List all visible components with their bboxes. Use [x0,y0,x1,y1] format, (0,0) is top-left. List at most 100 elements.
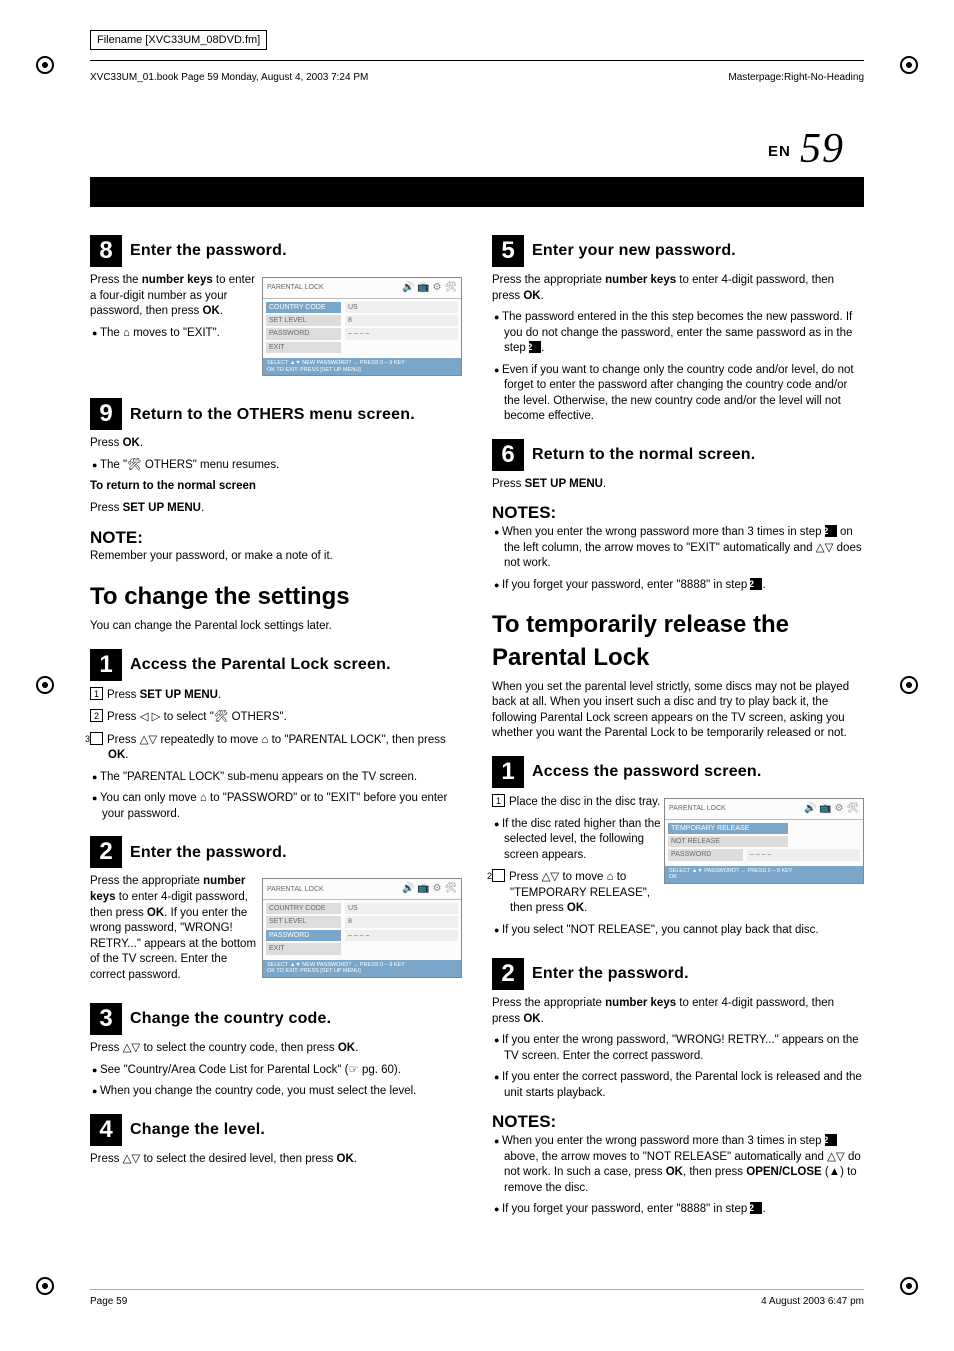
bullet: If you enter the wrong password, "WRONG!… [492,1033,864,1064]
section-heading: To change the settings [90,581,462,613]
body-text: Press SET UP MENU. [492,477,864,493]
left-column: 8 Enter the password. PARENTAL LOCK 🔊 📺 ⚙… [90,221,462,1224]
cstep-3-heading: 3 Change the country code. [90,1003,462,1035]
bullet: Even if you want to change only the coun… [492,363,864,425]
cstep-1-heading: 1 Access the Parental Lock screen. [90,649,462,681]
body-text: Press the appropriate number keys to ent… [492,996,864,1027]
step-title: Enter your new password. [532,240,736,262]
step-num-icon: 2 [90,836,122,868]
crop-mark-icon [900,1277,918,1295]
tv-footer: SELECT ▲▼ NEW PASSWORD? → PRESS 0 – 9 KE… [263,960,461,977]
tv-icons: 🔊 📺 ⚙ 🛠 [402,882,457,896]
cstep-4-heading: 4 Change the level. [90,1114,462,1146]
step-num-icon: 4 [90,1114,122,1146]
right-column: 5 Enter your new password. Press the app… [492,221,864,1224]
bullet: The "PARENTAL LOCK" sub-menu appears on … [90,770,462,786]
tv-footer: SELECT ▲▼ PASSWORD? → PRESS 0 – 9 KEYOK [665,866,863,883]
footer-page: Page 59 [90,1296,127,1307]
step-title: Access the Parental Lock screen. [130,654,391,676]
step-title: Enter the password. [130,842,287,864]
bullet: When you change the country code, you mu… [90,1084,462,1100]
tv-footer: SELECT ▲▼ NEW PASSWORD? → PRESS 0 – 9 KE… [263,358,461,375]
page-en: EN [768,143,791,160]
step-8-heading: 8 Enter the password. [90,235,462,267]
step-num-icon: 8 [90,235,122,267]
note-heading: NOTE: [90,527,462,550]
tv-label: SET LEVEL [266,916,341,927]
step-num-icon: 9 [90,398,122,430]
step-num-icon: 5 [492,235,524,267]
tv-label: TEMPORARY RELEASE [668,823,788,834]
tv-label: PASSWORD [668,849,743,860]
rule [90,60,864,62]
tv-val: US [345,302,458,313]
tv-label: COUNTRY CODE [266,302,341,313]
body-text: Press OK. [90,436,462,452]
step-title: Change the country code. [130,1008,331,1030]
tv-label: PASSWORD [266,328,341,339]
crop-mark-icon [36,676,54,694]
notes-heading: NOTES: [492,502,864,525]
tv-val: – – – – [345,930,458,941]
tstep-2-heading: 2 Enter the password. [492,958,864,990]
tv-label: COUNTRY CODE [266,903,341,914]
body-text: Press SET UP MENU. [90,501,462,517]
body-text: Press the appropriate number keys to ent… [492,273,864,304]
bullet: If you select "NOT RELEASE", you cannot … [492,923,864,939]
step-title: Access the password screen. [532,761,762,783]
tv-icons: 🔊 📺 ⚙ 🛠 [804,802,859,816]
notes-heading: NOTES: [492,1111,864,1134]
section-heading: To temporarily release the Parental Lock [492,609,864,674]
list-item: 3Press △▽ repeatedly to move ⌂ to "PAREN… [90,732,462,764]
filename-box: Filename [XVC33UM_08DVD.fm] [90,30,267,50]
crop-mark-icon [900,56,918,74]
step-6-heading: 6 Return to the normal screen. [492,439,864,471]
masterpage: Masterpage:Right-No-Heading [728,72,864,83]
step-title: Enter the password. [532,963,689,985]
tv-label: NOT RELEASE [668,836,788,847]
body-text: Press △▽ to select the desired level, th… [90,1152,462,1168]
step-9-heading: 9 Return to the OTHERS menu screen. [90,398,462,430]
tv-title: PARENTAL LOCK [267,885,324,894]
header-row: XVC33UM_01.book Page 59 Monday, August 4… [90,66,864,85]
step-num-icon: 6 [492,439,524,471]
step-5-heading: 5 Enter your new password. [492,235,864,267]
step-title: Enter the password. [130,240,287,262]
tv-label: EXIT [266,943,341,954]
body-text: Remember your password, or make a note o… [90,549,462,565]
thick-rule [90,177,864,207]
step-num-icon: 1 [90,649,122,681]
tstep-1-heading: 1 Access the password screen. [492,756,864,788]
body-text: When you set the parental level strictly… [492,680,864,742]
body-text: Press △▽ to select the country code, the… [90,1041,462,1057]
step-num-icon: 1 [492,756,524,788]
footer: Page 59 4 August 2003 6:47 pm [90,1289,864,1307]
tv-label: SET LEVEL [266,315,341,326]
body-text: You can change the Parental lock setting… [90,619,462,635]
bullet: When you enter the wrong password more t… [492,525,864,572]
cstep-2-heading: 2 Enter the password. [90,836,462,868]
tv-label: EXIT [266,342,341,353]
list-item: 2Press ◁ ▷ to select "🛠 OTHERS". [90,709,462,726]
book-line: XVC33UM_01.book Page 59 Monday, August 4… [90,72,368,83]
crop-mark-icon [36,56,54,74]
step-num-icon: 3 [90,1003,122,1035]
tv-screen-parental-lock: PARENTAL LOCK 🔊 📺 ⚙ 🛠 COUNTRY CODE US SET … [262,277,462,376]
crop-mark-icon [900,676,918,694]
tv-val: 8 [345,916,458,927]
bullet: If you enter the correct password, the P… [492,1070,864,1101]
tv-val: 8 [345,315,458,326]
step-title: Return to the normal screen. [532,444,755,466]
tv-val: – – – – [747,849,860,860]
step-title: Change the level. [130,1119,265,1141]
bullet: The password entered in the this step be… [492,310,864,357]
tv-title: PARENTAL LOCK [267,283,324,292]
tv-screen-temporary-release: PARENTAL LOCK🔊 📺 ⚙ 🛠 TEMPORARY RELEASE N… [664,798,864,884]
tv-val: US [345,903,458,914]
crop-mark-icon [36,1277,54,1295]
tv-icons: 🔊 📺 ⚙ 🛠 [402,281,457,295]
bullet: When you enter the wrong password more t… [492,1134,864,1196]
tv-label: PASSWORD [266,930,341,941]
tv-screen-parental-lock: PARENTAL LOCK 🔊 📺 ⚙ 🛠 COUNTRY CODE US SET … [262,878,462,977]
bullet: You can only move ⌂ to "PASSWORD" or to … [90,791,462,822]
